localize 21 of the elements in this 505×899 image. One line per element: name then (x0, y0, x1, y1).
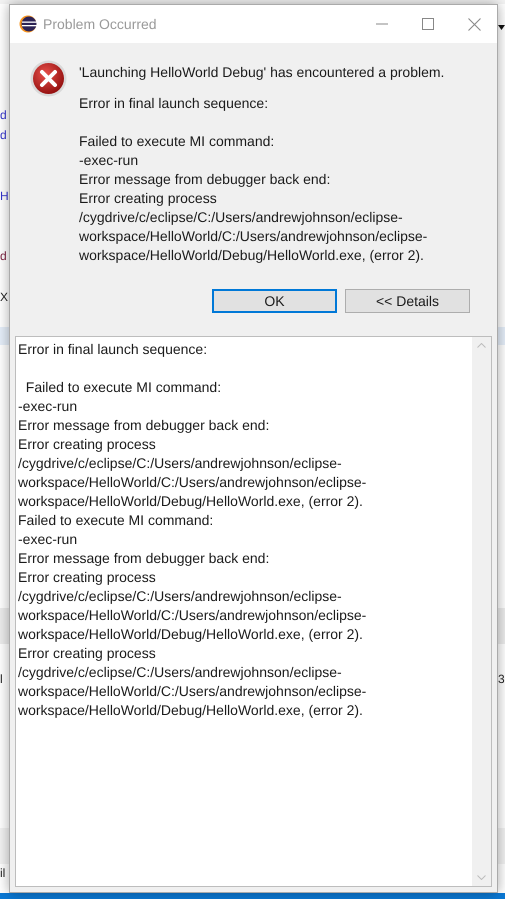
error-headline: 'Launching HelloWorld Debug' has encountered a problem. (79, 63, 446, 82)
ok-button[interactable]: OK (212, 289, 337, 313)
error-icon (30, 60, 67, 97)
details-field[interactable] (15, 336, 492, 887)
app-icon (19, 15, 37, 33)
dropdown-icon[interactable] (498, 25, 505, 30)
background-text: il (0, 866, 6, 880)
close-icon[interactable] (468, 18, 480, 30)
maximize-icon[interactable] (422, 18, 434, 30)
background-text: l (0, 672, 3, 686)
window-title: Problem Occurred (43, 14, 158, 34)
background-text: 3 (498, 672, 505, 686)
minimize-icon[interactable] (376, 23, 388, 25)
background-text: d (0, 128, 7, 142)
error-message: Error in final launch sequence: Failed to execute MI command: -exec-run Error message from debugger back end: Error creating process /cygdrive/c/eclipse/C:/Users/andrewjohnson/eclipse-workspace/HelloWorld/C:/Users/andrewjohnson/eclipse-workspace/HelloWorld/Debug/HelloWorld.exe, (error 2). (79, 94, 428, 265)
background-text: d (0, 108, 7, 122)
details-text: Error in final launch sequence: Failed to execute MI command: -exec-run Error message from debugger back end: Error creating process /cygdrive/c/eclipse/C:/Users/andrewjohnson/eclipse-workspace/HelloWorld/C:/Users/andrewjohnson/eclipse-workspace/HelloWorld/Debug/HelloWorld.exe, (error 2). Failed to execute MI command: -exec-run Error message from debugger back end: Error creating process /cygdrive/c/eclipse/C:/Users/andrewjohnson/eclipse-workspace/HelloWorld/C:/Users/andrewjohnson/eclipse-workspace/HelloWorld/Debug/HelloWorld.exe, (error 2). Error creating process /cygdrive/c/eclipse/C:/Users/andrewjohnson/eclipse-workspace/HelloWorld/C:/Users/andrewjohnson/eclipse-workspace/HelloWorld/Debug/HelloWorld.exe, (error 2). (17, 340, 368, 720)
details-button[interactable]: << Details (345, 289, 470, 313)
background-text: X (0, 290, 8, 304)
background-text: H (0, 189, 9, 203)
background-text: d (0, 249, 7, 263)
